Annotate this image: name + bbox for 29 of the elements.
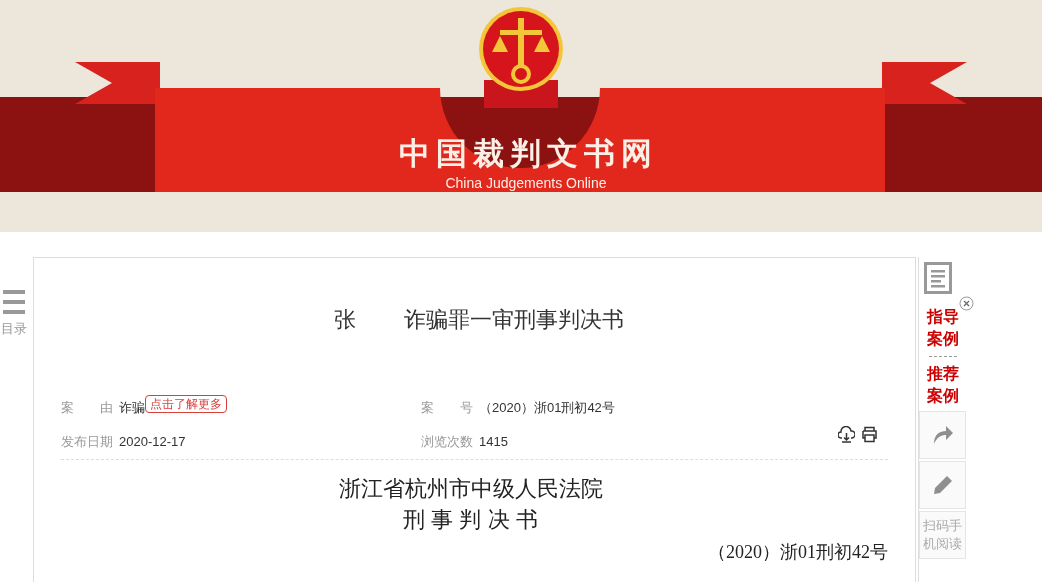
pencil-icon (931, 474, 954, 496)
table-of-contents-label[interactable]: 目录 (0, 319, 27, 339)
meta-label: 浏览次数 (421, 433, 473, 452)
document-title: 张 (333, 305, 356, 334)
document-type: 刑 事 判 决 书 (403, 506, 538, 534)
document-title: 诈骗罪一审刑事判决书 (403, 305, 624, 334)
case-link[interactable]: 推荐案例 (925, 363, 960, 407)
menu-icon[interactable] (2, 290, 25, 316)
share-button[interactable] (919, 411, 966, 459)
meta-value: 2020-12-17 (119, 433, 186, 452)
edit-button[interactable] (919, 461, 966, 509)
document-icon[interactable] (924, 262, 952, 294)
meta-value: 诈骗 (119, 399, 145, 418)
close-icon[interactable] (959, 296, 974, 311)
case-number: （2020）浙01刑初42号 (708, 541, 888, 564)
meta-label: 案 由 (61, 399, 113, 418)
learn-more-link[interactable]: 点击了解更多 (145, 395, 227, 413)
case-link[interactable]: 指导案例 (925, 306, 960, 350)
cloud-download-icon[interactable] (838, 425, 855, 443)
site-title: 中国裁判文书网 (398, 135, 658, 173)
meta-label: 发布日期 (61, 433, 113, 452)
printer-icon[interactable] (861, 425, 878, 443)
scales-emblem-icon (478, 6, 564, 110)
meta-value: （2020）浙01刑初42号 (479, 399, 615, 418)
court-name: 浙江省杭州市中级人民法院 (338, 475, 603, 503)
meta-value: 1415 (479, 433, 508, 452)
curved-arrow-icon (931, 424, 954, 446)
site-subtitle: China Judgements Online (445, 174, 607, 192)
meta-label: 案 号 (421, 399, 473, 418)
